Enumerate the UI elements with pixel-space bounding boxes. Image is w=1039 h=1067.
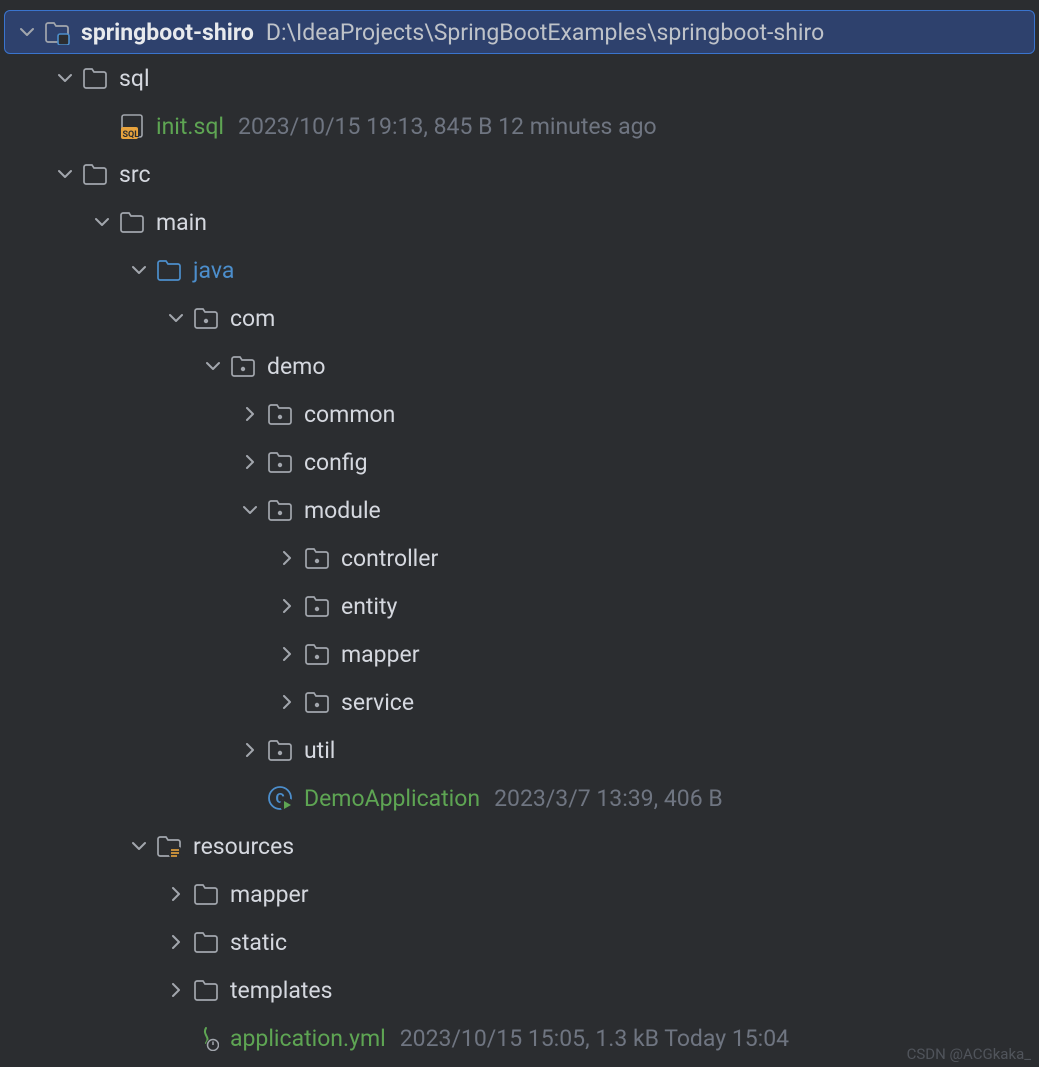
tree-node-label: common bbox=[304, 401, 395, 428]
yaml-file-icon bbox=[192, 1024, 220, 1052]
package-icon bbox=[303, 592, 331, 620]
folder-icon bbox=[192, 928, 220, 956]
tree-node-label: demo bbox=[267, 353, 325, 380]
chevron-down-icon[interactable] bbox=[55, 164, 75, 184]
tree-row[interactable]: common bbox=[0, 390, 1039, 438]
tree-row[interactable]: templates bbox=[0, 966, 1039, 1014]
tree-row[interactable]: springboot-shiro D:\IdeaProjects\SpringBo… bbox=[4, 10, 1035, 54]
runnable-class-icon bbox=[266, 784, 294, 812]
tree-node-label: com bbox=[230, 305, 275, 332]
chevron-down-icon[interactable] bbox=[17, 22, 37, 42]
chevron-down-icon[interactable] bbox=[55, 68, 75, 88]
tree-row[interactable]: controller bbox=[0, 534, 1039, 582]
tree-node-label: static bbox=[230, 929, 287, 956]
tree-row[interactable]: java bbox=[0, 246, 1039, 294]
chevron-right-icon[interactable] bbox=[166, 980, 186, 1000]
tree-row[interactable]: application.yml 2023/10/15 15:05, 1.3 kB … bbox=[0, 1014, 1039, 1062]
package-icon bbox=[303, 640, 331, 668]
tree-row[interactable]: main bbox=[0, 198, 1039, 246]
package-icon bbox=[192, 304, 220, 332]
tree-node-label: mapper bbox=[230, 881, 309, 908]
tree-row[interactable]: src bbox=[0, 150, 1039, 198]
package-icon bbox=[266, 496, 294, 524]
chevron-right-icon[interactable] bbox=[277, 692, 297, 712]
module-folder-icon bbox=[43, 18, 71, 46]
chevron-right-icon[interactable] bbox=[240, 404, 260, 424]
chevron-down-icon[interactable] bbox=[240, 500, 260, 520]
tree-node-label: java bbox=[193, 257, 234, 284]
tree-node-label: module bbox=[304, 497, 381, 524]
tree-node-label: sql bbox=[119, 65, 150, 92]
chevron-right-icon[interactable] bbox=[166, 884, 186, 904]
tree-node-label: application.yml bbox=[230, 1025, 386, 1052]
tree-row[interactable]: sql bbox=[0, 54, 1039, 102]
package-icon bbox=[266, 400, 294, 428]
tree-row[interactable]: mapper bbox=[0, 870, 1039, 918]
source-folder-icon bbox=[155, 256, 183, 284]
tree-node-label: templates bbox=[230, 977, 333, 1004]
folder-icon bbox=[192, 976, 220, 1004]
chevron-right-icon[interactable] bbox=[277, 548, 297, 568]
chevron-down-icon[interactable] bbox=[92, 212, 112, 232]
package-icon bbox=[229, 352, 257, 380]
package-icon bbox=[303, 544, 331, 572]
tree-row[interactable]: mapper bbox=[0, 630, 1039, 678]
tree-row[interactable]: resources bbox=[0, 822, 1039, 870]
tree-row[interactable]: com bbox=[0, 294, 1039, 342]
chevron-right-icon[interactable] bbox=[166, 932, 186, 952]
project-tree[interactable]: springboot-shiro D:\IdeaProjects\SpringBo… bbox=[0, 0, 1039, 1062]
tree-node-path: D:\IdeaProjects\SpringBootExamples\sprin… bbox=[266, 19, 824, 46]
package-icon bbox=[303, 688, 331, 716]
tree-row[interactable]: static bbox=[0, 918, 1039, 966]
chevron-right-icon[interactable] bbox=[277, 596, 297, 616]
folder-icon bbox=[118, 208, 146, 236]
tree-node-label: mapper bbox=[341, 641, 420, 668]
folder-icon bbox=[192, 880, 220, 908]
tree-node-label: service bbox=[341, 689, 414, 716]
package-icon bbox=[266, 448, 294, 476]
tree-node-meta: 2023/10/15 15:05, 1.3 kB Today 15:04 bbox=[400, 1025, 789, 1052]
chevron-down-icon[interactable] bbox=[129, 836, 149, 856]
tree-row[interactable]: entity bbox=[0, 582, 1039, 630]
tree-node-label: controller bbox=[341, 545, 438, 572]
tree-row[interactable]: DemoApplication 2023/3/7 13:39, 406 B bbox=[0, 774, 1039, 822]
tree-row[interactable]: config bbox=[0, 438, 1039, 486]
tree-row[interactable]: init.sql 2023/10/15 19:13, 845 B 12 minut… bbox=[0, 102, 1039, 150]
tree-row[interactable]: service bbox=[0, 678, 1039, 726]
tree-node-label: init.sql bbox=[156, 113, 224, 140]
tree-row[interactable]: demo bbox=[0, 342, 1039, 390]
tree-node-label: src bbox=[119, 161, 151, 188]
chevron-right-icon[interactable] bbox=[240, 452, 260, 472]
chevron-down-icon[interactable] bbox=[166, 308, 186, 328]
folder-icon bbox=[81, 160, 109, 188]
tree-row[interactable]: module bbox=[0, 486, 1039, 534]
tree-node-label: DemoApplication bbox=[304, 785, 480, 812]
tree-node-label: springboot-shiro bbox=[81, 19, 254, 46]
sql-file-icon bbox=[118, 112, 146, 140]
tree-node-label: resources bbox=[193, 833, 294, 860]
tree-node-meta: 2023/10/15 19:13, 845 B 12 minutes ago bbox=[238, 113, 657, 140]
resources-folder-icon bbox=[155, 832, 183, 860]
chevron-right-icon[interactable] bbox=[277, 644, 297, 664]
tree-node-label: util bbox=[304, 737, 335, 764]
package-icon bbox=[266, 736, 294, 764]
chevron-down-icon[interactable] bbox=[203, 356, 223, 376]
tree-node-meta: 2023/3/7 13:39, 406 B bbox=[494, 785, 723, 812]
tree-node-label: entity bbox=[341, 593, 397, 620]
chevron-right-icon[interactable] bbox=[240, 740, 260, 760]
folder-icon bbox=[81, 64, 109, 92]
chevron-down-icon[interactable] bbox=[129, 260, 149, 280]
watermark: CSDN @ACGkaka_ bbox=[907, 1045, 1031, 1063]
tree-node-label: main bbox=[156, 209, 207, 236]
tree-node-label: config bbox=[304, 449, 368, 476]
tree-row[interactable]: util bbox=[0, 726, 1039, 774]
